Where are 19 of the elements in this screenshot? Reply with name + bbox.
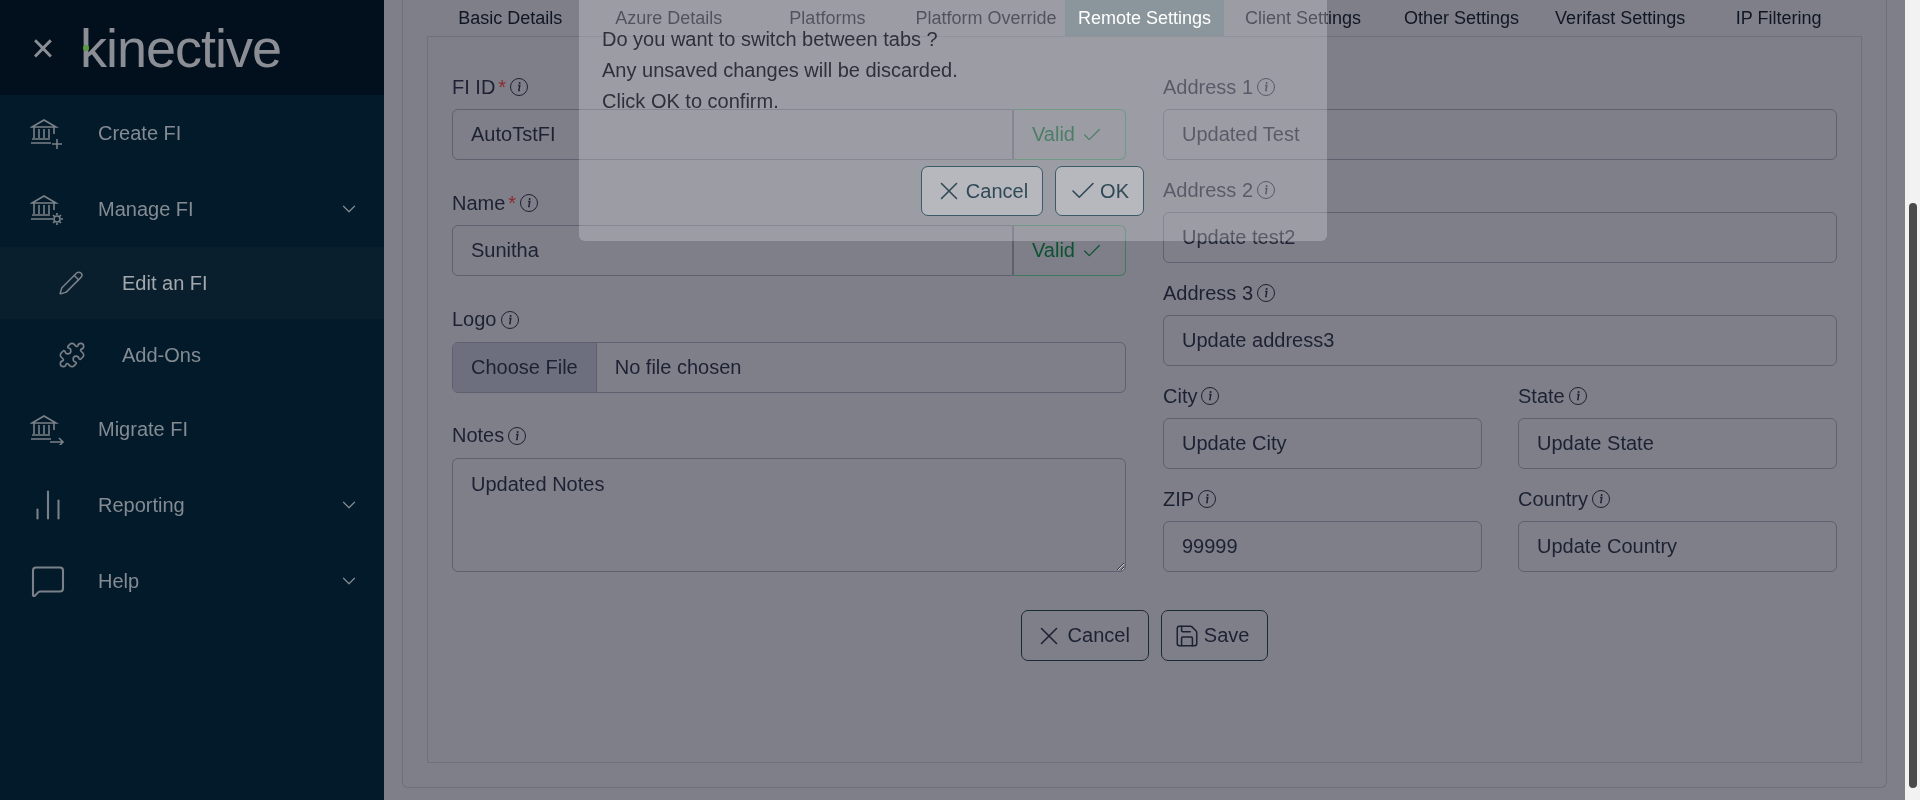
field-label: Address 1 [1163,75,1254,99]
field-label: Notes [452,424,505,448]
field-label: Logo [452,308,497,332]
field-label: State [1518,384,1565,408]
dialog-message: Any unsaved changes will be discarded. [602,58,958,83]
field-label: Country [1518,487,1589,511]
field-label: Address 2 [1163,178,1254,202]
required-mark: * [498,75,507,99]
field-label: Address 3 [1163,281,1254,305]
required-mark: * [508,191,517,215]
field-label: Name [452,191,506,215]
logo: kinective [80,20,282,75]
field-label: ZIP [1163,487,1195,511]
valid-indicator: Valid [1013,109,1126,160]
file-status: No file chosen [613,354,742,380]
valid-indicator: Valid [1013,225,1126,277]
field-label: FI ID [452,75,496,99]
field-label: City [1163,384,1198,408]
dialog-message: Do you want to switch between tabs ? [602,27,938,52]
